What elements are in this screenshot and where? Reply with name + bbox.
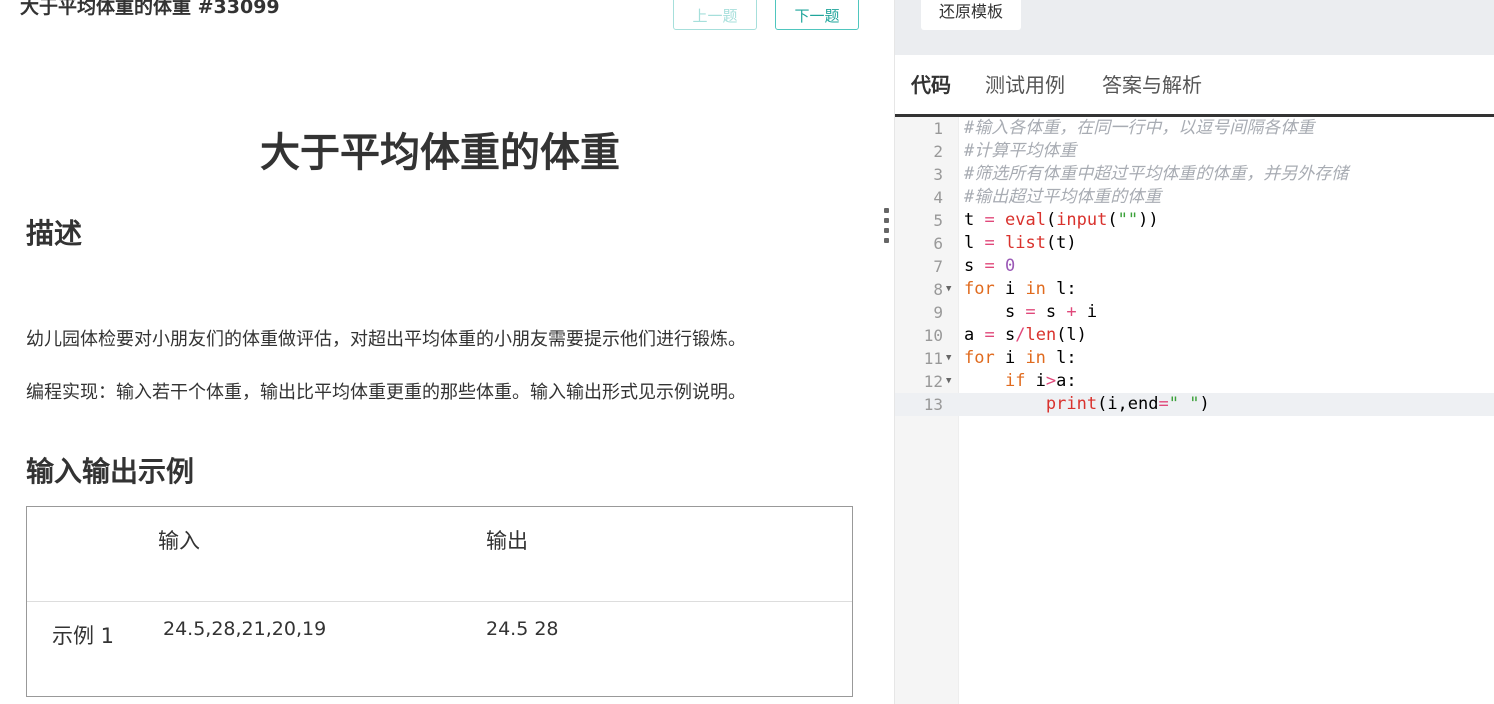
example-input: 24.5,28,21,20,19 <box>163 618 327 640</box>
code-comment: #输入各体重，在同一行中，以逗号间隔各体重 <box>964 118 1315 138</box>
code-text: l = list(t) <box>964 233 1077 253</box>
example-label: 示例 1 <box>52 624 115 648</box>
table-header-row: 输入 输出 <box>27 507 852 602</box>
line-number: 4 <box>933 188 943 207</box>
code-text: for i in l: <box>964 279 1077 299</box>
page-title: 大于平均体重的体重 #33099 <box>20 0 280 18</box>
table-row: 示例 1 24.5,28,21,20,19 24.5 28 <box>27 602 852 697</box>
code-line[interactable]: 11 ▼ for i in l: <box>895 347 1494 370</box>
code-line[interactable]: 1 #输入各体重，在同一行中，以逗号间隔各体重 <box>895 117 1494 140</box>
code-line[interactable]: 6 l = list(t) <box>895 232 1494 255</box>
code-text: print(i,end=" ") <box>1045 394 1210 414</box>
problem-panel: 大于平均体重的体重 #33099 上一题 下一题 大于平均体重的体重 描述 幼儿… <box>0 0 880 704</box>
code-line[interactable]: 2 #计算平均体重 <box>895 140 1494 163</box>
code-text: s = 0 <box>964 256 1016 276</box>
panel-resize-handle[interactable] <box>884 208 890 252</box>
code-text: a = s/len(l) <box>964 325 1087 345</box>
line-number: 2 <box>933 142 943 161</box>
example-output: 24.5 28 <box>486 618 559 640</box>
code-line[interactable]: 9 s = s + i <box>895 301 1494 324</box>
line-number: 8 <box>933 280 943 299</box>
code-comment: #计算平均体重 <box>964 141 1077 161</box>
code-text: s = s + i <box>964 302 1098 322</box>
editor-toolbar: 还原模板 <box>895 0 1494 55</box>
line-number: 10 <box>923 326 943 345</box>
column-header-input: 输入 <box>158 529 200 553</box>
line-number: 12 <box>923 372 943 391</box>
line-number: 6 <box>933 234 943 253</box>
prev-problem-button[interactable]: 上一题 <box>673 0 757 30</box>
next-problem-button[interactable]: 下一题 <box>775 0 859 30</box>
line-number: 13 <box>923 395 943 414</box>
description-paragraph: 编程实现：输入若干个体重，输出比平均体重更重的那些体重。输入输出形式见示例说明。 <box>26 382 746 403</box>
problem-heading: 大于平均体重的体重 <box>260 130 620 176</box>
code-line[interactable]: 4 #输出超过平均体重的体重 <box>895 186 1494 209</box>
code-comment: #输出超过平均体重的体重 <box>964 187 1162 207</box>
line-number: 11 <box>923 349 943 368</box>
fold-arrow-icon[interactable]: ▼ <box>946 347 951 370</box>
tab-code[interactable]: 代码 <box>911 69 951 98</box>
code-line-active[interactable]: 13 print(i,end=" ") <box>895 393 1494 416</box>
column-header-output: 输出 <box>486 529 528 553</box>
code-text: for i in l: <box>964 348 1077 368</box>
tab-solution[interactable]: 答案与解析 <box>1102 69 1202 98</box>
code-editor[interactable]: 1 #输入各体重，在同一行中，以逗号间隔各体重 2 #计算平均体重 3 #筛选所… <box>895 117 1494 704</box>
reset-template-button[interactable]: 还原模板 <box>921 0 1021 30</box>
fold-arrow-icon[interactable]: ▼ <box>946 370 951 393</box>
code-text: t = eval(input("")) <box>964 210 1159 230</box>
code-line[interactable]: 10 a = s/len(l) <box>895 324 1494 347</box>
line-number: 3 <box>933 165 943 184</box>
fold-arrow-icon[interactable]: ▼ <box>946 278 951 301</box>
line-number: 9 <box>933 303 943 322</box>
code-comment: #筛选所有体重中超过平均体重的体重，并另外存储 <box>964 164 1349 184</box>
code-line[interactable]: 3 #筛选所有体重中超过平均体重的体重，并另外存储 <box>895 163 1494 186</box>
description-title: 描述 <box>26 217 83 250</box>
io-examples-table: 输入 输出 示例 1 24.5,28,21,20,19 24.5 28 <box>26 506 853 697</box>
code-line[interactable]: 7 s = 0 <box>895 255 1494 278</box>
io-examples-title: 输入输出示例 <box>26 455 195 488</box>
editor-panel: 还原模板 代码 测试用例 答案与解析 1 #输入各体重，在同一行中，以逗号间隔各… <box>894 0 1494 704</box>
code-line[interactable]: 8 ▼ for i in l: <box>895 278 1494 301</box>
code-line[interactable]: 12 ▼ if i>a: <box>895 370 1494 393</box>
code-line[interactable]: 5 t = eval(input("")) <box>895 209 1494 232</box>
line-number: 1 <box>933 119 943 138</box>
line-number: 5 <box>933 211 943 230</box>
description-paragraph: 幼儿园体检要对小朋友们的体重做评估，对超出平均体重的小朋友需要提示他们进行锻炼。 <box>26 329 746 350</box>
tab-test-cases[interactable]: 测试用例 <box>985 69 1065 98</box>
editor-tabs: 代码 测试用例 答案与解析 <box>895 55 1494 117</box>
line-number: 7 <box>933 257 943 276</box>
code-text: if i>a: <box>1004 371 1077 391</box>
